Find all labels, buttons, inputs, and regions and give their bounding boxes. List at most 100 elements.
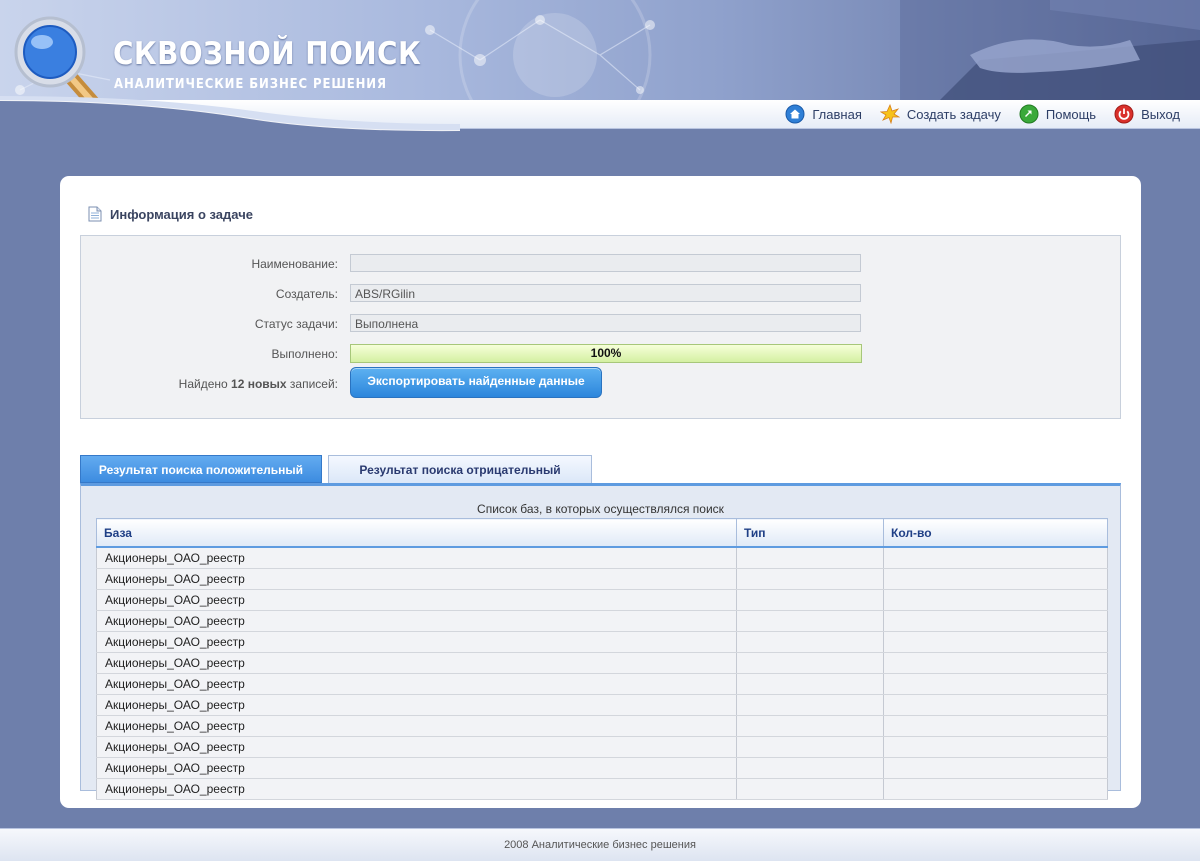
cell-base: Акционеры_ОАО_реестр bbox=[96, 631, 737, 653]
cell-base: Акционеры_ОАО_реестр bbox=[96, 547, 737, 569]
nav-logout[interactable]: Выход bbox=[1114, 104, 1180, 124]
cell-type bbox=[736, 757, 884, 779]
table-row[interactable]: Акционеры_ОАО_реестр bbox=[96, 547, 1108, 569]
cell-type bbox=[736, 610, 884, 632]
name-field[interactable] bbox=[350, 254, 861, 272]
status-label: Статус задачи: bbox=[254, 317, 338, 331]
cell-count bbox=[883, 757, 1108, 779]
found-row: Найдено 12 новых записей: Экспортировать… bbox=[81, 367, 1120, 398]
tab-negative[interactable]: Результат поиска отрицательный bbox=[328, 455, 592, 483]
cell-base: Акционеры_ОАО_реестр bbox=[96, 778, 737, 800]
nav-home[interactable]: Главная bbox=[785, 104, 862, 124]
results-panel: Список баз, в которых осуществлялся поис… bbox=[80, 483, 1121, 800]
found-count: 12 новых bbox=[231, 377, 287, 391]
section-title-text: Информация о задаче bbox=[110, 206, 253, 222]
header-wave bbox=[0, 96, 460, 158]
result-tabs: Результат поиска положительный Результат… bbox=[80, 455, 1120, 484]
cell-count bbox=[883, 589, 1108, 611]
cell-type bbox=[736, 736, 884, 758]
table-row[interactable]: Акционеры_ОАО_реестр bbox=[96, 568, 1108, 590]
task-info-box: Наименование: Создатель: ABS/RGilin Стат… bbox=[80, 235, 1121, 419]
cell-count bbox=[883, 715, 1108, 737]
header-banner: СКВОЗНОЙ ПОИСК АНАЛИТИЧЕСКИЕ БИЗНЕС РЕШЕ… bbox=[0, 0, 1200, 100]
help-icon bbox=[1019, 104, 1039, 124]
cell-type bbox=[736, 589, 884, 611]
progress-row: Выполнено: 100% bbox=[81, 344, 1120, 364]
cell-base: Акционеры_ОАО_реестр bbox=[96, 694, 737, 716]
cell-count bbox=[883, 736, 1108, 758]
cell-type bbox=[736, 547, 884, 569]
col-header-base[interactable]: База bbox=[96, 518, 737, 548]
cell-type bbox=[736, 673, 884, 695]
magnifier-logo-icon bbox=[14, 16, 101, 100]
brand-subtitle: АНАЛИТИЧЕСКИЕ БИЗНЕС РЕШЕНИЯ bbox=[114, 77, 387, 92]
found-prefix: Найдено bbox=[178, 377, 232, 391]
status-field[interactable]: Выполнена bbox=[350, 314, 861, 332]
table-row[interactable]: Акционеры_ОАО_реестр bbox=[96, 694, 1108, 716]
cell-type bbox=[736, 652, 884, 674]
nav-help-label: Помощь bbox=[1045, 106, 1097, 122]
cell-type bbox=[736, 631, 884, 653]
hands-keyboard-image bbox=[900, 0, 1200, 100]
name-label: Наименование: bbox=[251, 257, 338, 271]
nav-create-task-label: Создать задачу bbox=[906, 106, 1001, 122]
footer: 2008 Аналитические бизнес решения bbox=[0, 828, 1200, 861]
col-header-count[interactable]: Кол-во bbox=[883, 518, 1108, 548]
star-icon bbox=[879, 104, 900, 124]
section-title: Информация о задаче bbox=[88, 206, 253, 222]
table-row[interactable]: Акционеры_ОАО_реестр bbox=[96, 736, 1108, 758]
nav-create-task[interactable]: Создать задачу bbox=[879, 104, 1001, 124]
cell-count bbox=[883, 547, 1108, 569]
brand-title: СКВОЗНОЙ ПОИСК bbox=[113, 36, 422, 72]
top-nav: Главная Создать задачу Помощь Выход bbox=[785, 104, 1180, 124]
progress-bar: 100% bbox=[350, 344, 862, 363]
table-row[interactable]: Акционеры_ОАО_реестр bbox=[96, 652, 1108, 674]
table-header-row: База Тип Кол-во bbox=[96, 518, 1108, 548]
progress-label: Выполнено: bbox=[271, 347, 338, 361]
found-suffix: записей: bbox=[286, 377, 338, 391]
home-icon bbox=[785, 104, 805, 124]
cell-type bbox=[736, 715, 884, 737]
export-button[interactable]: Экспортировать найденные данные bbox=[350, 367, 602, 398]
table-row[interactable]: Акционеры_ОАО_реестр bbox=[96, 778, 1108, 800]
nav-help[interactable]: Помощь bbox=[1019, 104, 1096, 124]
cell-base: Акционеры_ОАО_реестр bbox=[96, 568, 737, 590]
cell-base: Акционеры_ОАО_реестр bbox=[96, 757, 737, 779]
table-row[interactable]: Акционеры_ОАО_реестр bbox=[96, 757, 1108, 779]
cell-base: Акционеры_ОАО_реестр bbox=[96, 652, 737, 674]
nav-home-label: Главная bbox=[812, 106, 862, 122]
power-icon bbox=[1114, 104, 1134, 124]
cell-count bbox=[883, 673, 1108, 695]
col-header-type[interactable]: Тип bbox=[736, 518, 884, 548]
table-row[interactable]: Акционеры_ОАО_реестр bbox=[96, 631, 1108, 653]
table-row[interactable]: Акционеры_ОАО_реестр bbox=[96, 715, 1108, 737]
results-table: База Тип Кол-во Акционеры_ОАО_реестр Акц… bbox=[96, 518, 1108, 800]
nav-logout-label: Выход bbox=[1141, 106, 1180, 122]
cell-base: Акционеры_ОАО_реестр bbox=[96, 736, 737, 758]
cell-base: Акционеры_ОАО_реестр bbox=[96, 715, 737, 737]
table-row[interactable]: Акционеры_ОАО_реестр bbox=[96, 589, 1108, 611]
name-row: Наименование: bbox=[81, 254, 1120, 274]
cell-base: Акционеры_ОАО_реестр bbox=[96, 673, 737, 695]
creator-label: Создатель: bbox=[275, 287, 338, 301]
tab-positive[interactable]: Результат поиска положительный bbox=[80, 455, 322, 483]
cell-base: Акционеры_ОАО_реестр bbox=[96, 610, 737, 632]
cell-count bbox=[883, 610, 1108, 632]
cell-base: Акционеры_ОАО_реестр bbox=[96, 589, 737, 611]
cell-count bbox=[883, 778, 1108, 800]
cell-count bbox=[883, 568, 1108, 590]
results-caption: Список баз, в которых осуществлялся поис… bbox=[477, 502, 724, 516]
cell-count bbox=[883, 631, 1108, 653]
found-label: Найдено 12 новых записей: bbox=[179, 377, 338, 391]
cell-count bbox=[883, 652, 1108, 674]
cell-type bbox=[736, 694, 884, 716]
main-card: Информация о задаче Наименование: Создат… bbox=[60, 176, 1141, 808]
table-row[interactable]: Акционеры_ОАО_реестр bbox=[96, 673, 1108, 695]
creator-field[interactable]: ABS/RGilin bbox=[350, 284, 861, 302]
cell-type bbox=[736, 778, 884, 800]
document-icon bbox=[88, 206, 102, 222]
footer-text: 2008 Аналитические бизнес решения bbox=[504, 839, 696, 851]
creator-row: Создатель: ABS/RGilin bbox=[81, 284, 1120, 304]
cell-type bbox=[736, 568, 884, 590]
table-row[interactable]: Акционеры_ОАО_реестр bbox=[96, 610, 1108, 632]
